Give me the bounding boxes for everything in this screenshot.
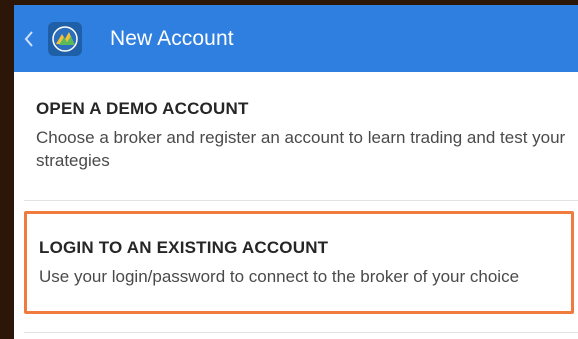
divider [24,332,578,333]
option-heading: OPEN A DEMO ACCOUNT [36,99,249,118]
chevron-left-icon [24,30,33,47]
metatrader-logo-icon [48,21,82,56]
app-bar: New Account [14,5,578,72]
app-screen: New Account OPEN A DEMO ACCOUNT Choose a… [14,5,578,339]
option-description: Choose a broker and register an account … [36,128,566,170]
option-heading: LOGIN TO AN EXISTING ACCOUNT [39,238,329,257]
login-existing-account-option[interactable]: LOGIN TO AN EXISTING ACCOUNT Use your lo… [24,211,574,314]
divider [24,200,578,201]
page-title: New Account [110,26,234,50]
option-description: Use your login/password to connect to th… [39,267,520,286]
back-button[interactable] [18,30,40,48]
open-demo-account-option[interactable]: OPEN A DEMO ACCOUNT Choose a broker and … [24,99,574,172]
device-frame: New Account OPEN A DEMO ACCOUNT Choose a… [0,0,578,339]
